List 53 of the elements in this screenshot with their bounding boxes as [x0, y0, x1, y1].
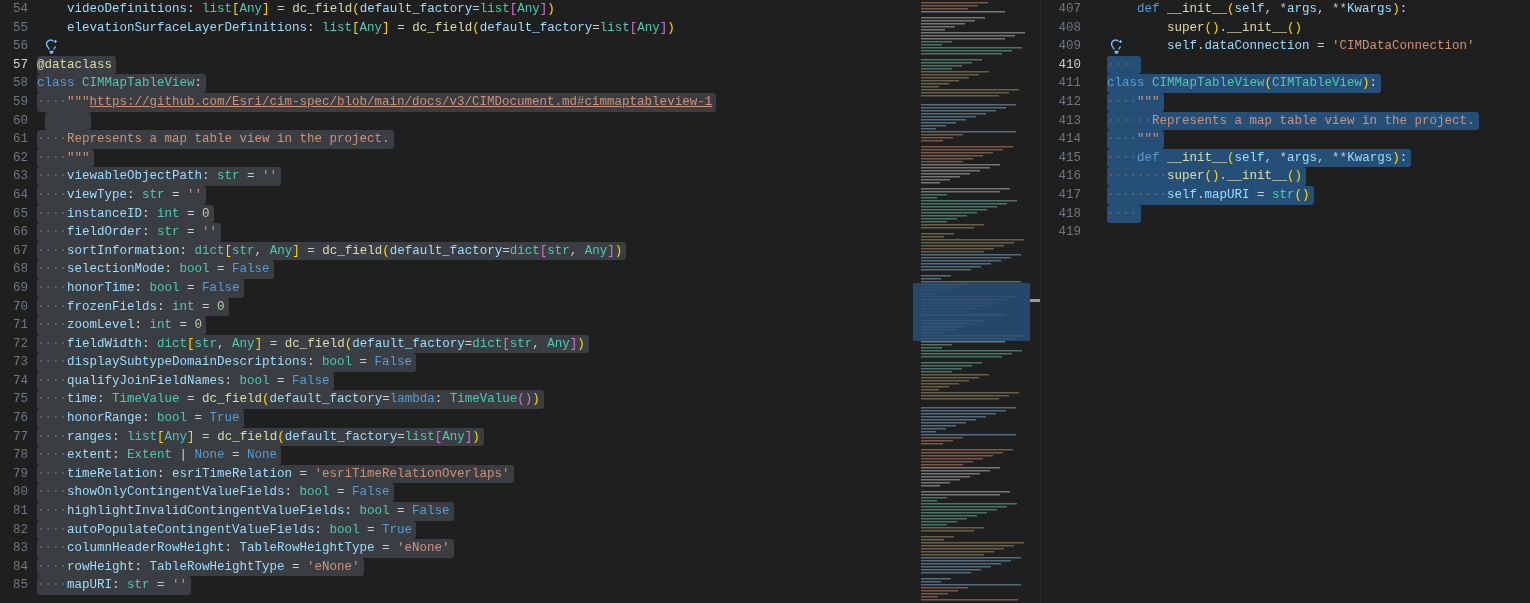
line-number: 408	[1057, 19, 1082, 37]
line-number: 409	[1057, 38, 1082, 56]
line-number: 55	[12, 19, 29, 37]
line-number: 81	[12, 503, 29, 521]
line-number: 70	[12, 298, 29, 316]
line-number: 76	[12, 410, 29, 428]
line-number: 75	[12, 391, 29, 409]
line-number: 415	[1057, 149, 1082, 167]
line-number: 413	[1057, 112, 1082, 130]
line-number: 85	[12, 577, 29, 595]
line-number: 64	[12, 186, 29, 204]
line-number: 62	[12, 149, 29, 167]
line-number: 414	[1057, 131, 1082, 149]
code-line: def __init__(self, *args, **Kwargs):	[1137, 1, 1409, 18]
line-number: 418	[1057, 205, 1082, 223]
line-number: 84	[12, 558, 29, 576]
line-number: 67	[12, 242, 29, 260]
line-number: 78	[12, 447, 29, 465]
line-number: 68	[12, 261, 29, 279]
code-line: super().__init__()	[1167, 19, 1304, 37]
line-number: 63	[12, 168, 29, 186]
line-number: 72	[12, 335, 29, 353]
line-number: 80	[12, 484, 29, 502]
line-number: 74	[12, 372, 29, 390]
line-number: 411	[1057, 75, 1082, 93]
line-number: 79	[12, 465, 29, 483]
line-number: 65	[12, 205, 29, 223]
line-number: 66	[12, 224, 29, 242]
code-line: elevationSurfaceLayerDefinitions: list[Any] = dc_field(default_factory=list[Any])	[67, 19, 676, 37]
line-number: 69	[12, 279, 29, 297]
line-number: 54	[12, 1, 29, 18]
line-number: 73	[12, 354, 29, 372]
line-number: 83	[12, 540, 29, 558]
line-number: 57	[12, 56, 29, 74]
scrollbar-thumb[interactable]	[1030, 299, 1040, 302]
line-number: 77	[12, 428, 29, 446]
line-number: 410	[1057, 56, 1082, 74]
line-number: 407	[1057, 1, 1082, 18]
line-number: 412	[1057, 93, 1082, 111]
lightbulb-icon[interactable]	[45, 39, 58, 55]
line-number: 417	[1057, 186, 1082, 204]
line-number: 416	[1057, 168, 1082, 186]
line-number: 59	[12, 93, 29, 111]
line-number: 82	[12, 521, 29, 539]
line-number: 419	[1057, 224, 1082, 242]
lightbulb-icon[interactable]	[1110, 39, 1123, 55]
line-number: 71	[12, 317, 29, 335]
line-number: 56	[12, 38, 29, 56]
code-line: self.dataConnection = 'CIMDataConnection'	[1167, 38, 1476, 56]
code-line: videoDefinitions: list[Any] = dc_field(default_factory=list[Any])	[67, 1, 556, 18]
line-number: 58	[12, 75, 29, 93]
line-number: 61	[12, 131, 29, 149]
line-number: 60	[12, 112, 29, 130]
